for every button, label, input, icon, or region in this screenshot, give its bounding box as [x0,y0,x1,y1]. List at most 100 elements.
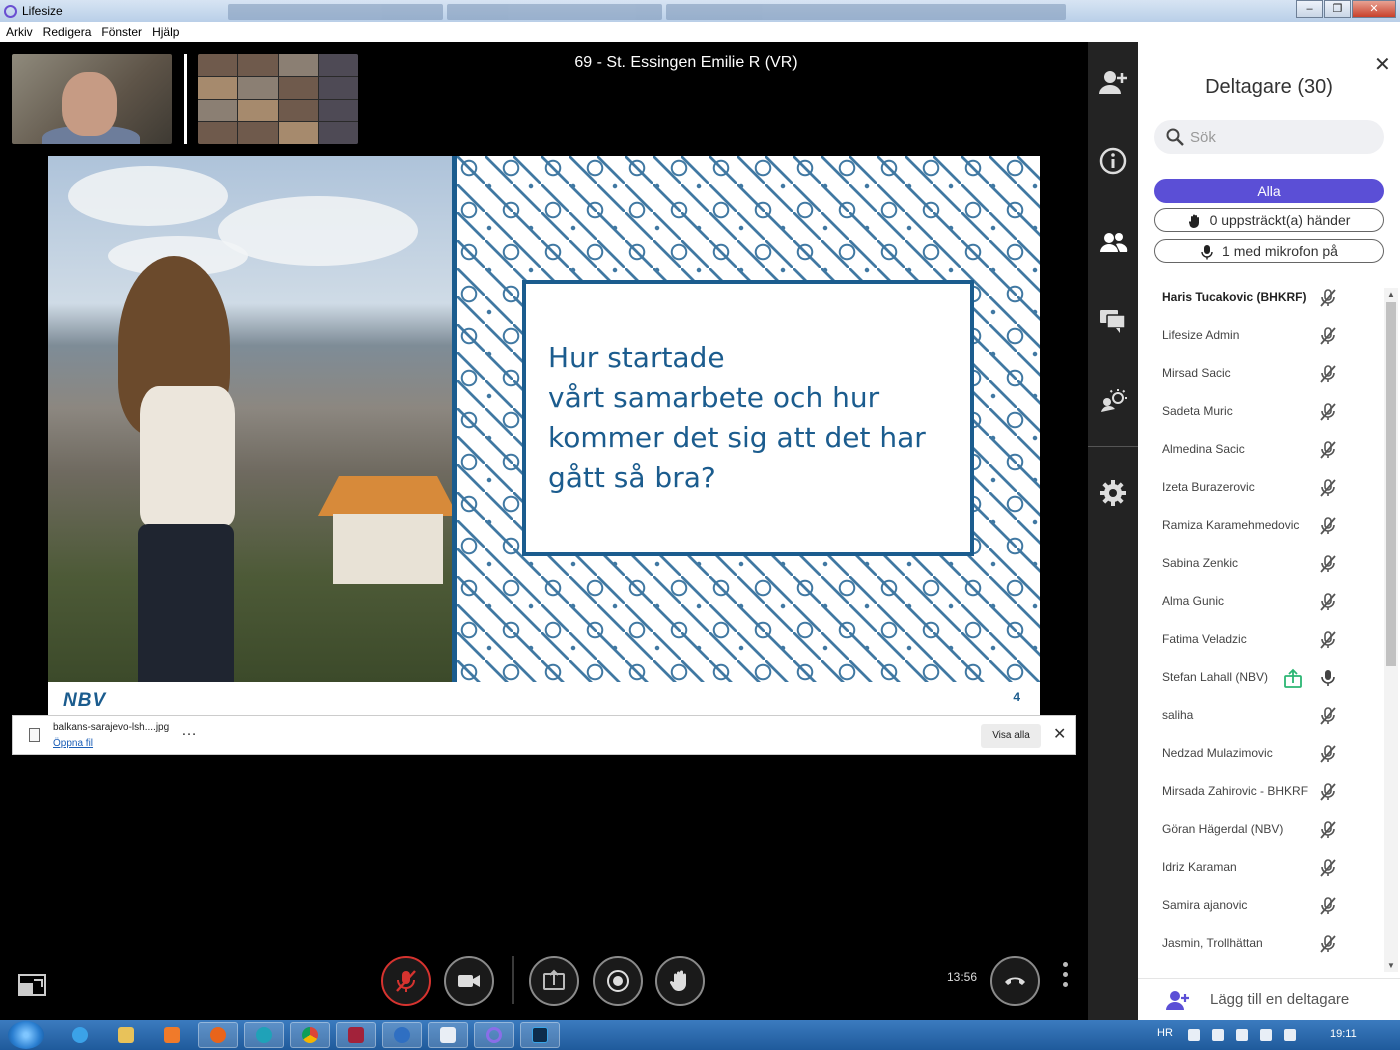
menu-arkiv[interactable]: Arkiv [6,25,33,39]
minimize-button[interactable]: – [1296,0,1323,18]
taskbar-notepad-icon[interactable] [428,1022,468,1048]
participant-row[interactable]: Fatima Veladzic [1138,622,1384,660]
taskbar-firefox-icon[interactable] [198,1022,238,1048]
gallery-video-thumbnail[interactable] [198,54,358,144]
taskbar-edge-icon[interactable] [244,1022,284,1048]
side-rail [1088,42,1138,1020]
participant-row[interactable]: Almedina Sacic [1138,432,1384,470]
info-icon[interactable] [1097,145,1129,177]
microphone-muted-icon[interactable] [1318,554,1338,574]
microphone-muted-icon[interactable] [1318,326,1338,346]
microphone-muted-icon[interactable] [1318,478,1338,498]
participant-name: Nedzad Mulazimovic [1162,746,1273,760]
effects-icon[interactable] [1097,385,1129,417]
record-button[interactable] [593,956,643,1006]
microphone-on-icon[interactable] [1318,668,1338,688]
taskbar-explorer-icon[interactable] [106,1022,146,1048]
start-button[interactable] [8,1021,44,1049]
maximize-button[interactable]: ❐ [1324,0,1351,18]
search-input[interactable] [1190,126,1370,148]
add-participant-button[interactable]: Lägg till en deltagare [1138,978,1400,1020]
microphone-muted-icon[interactable] [1318,440,1338,460]
participant-row[interactable]: Nedzad Mulazimovic [1138,736,1384,774]
filter-mic-on-button[interactable]: 1 med mikrofon på [1154,239,1384,263]
microphone-muted-icon[interactable] [1318,364,1338,384]
participant-row[interactable]: Lifesize Admin [1138,318,1384,356]
tray-volume-icon[interactable] [1284,1029,1296,1041]
participant-row[interactable]: Sabina Zenkic [1138,546,1384,584]
camera-button[interactable] [444,956,494,1006]
close-download-bar-button[interactable]: ✕ [1053,724,1066,744]
microphone-muted-icon[interactable] [1318,288,1338,308]
microphone-muted-icon[interactable] [1318,934,1338,954]
settings-gear-icon[interactable] [1097,477,1129,509]
participant-row[interactable]: Alma Gunic [1138,584,1384,622]
picture-in-picture-icon[interactable] [18,974,46,996]
microphone-muted-icon[interactable] [1318,706,1338,726]
participant-row[interactable]: Ramiza Karamehmedovic [1138,508,1384,546]
participant-row[interactable]: Haris Tucakovic (BHKRF) [1138,280,1384,318]
controls-separator [512,956,514,1004]
participants-icon[interactable] [1097,226,1129,258]
microphone-icon [1201,245,1213,260]
taskbar-media-icon[interactable] [152,1022,192,1048]
microphone-muted-icon[interactable] [1318,516,1338,536]
participant-list-scrollbar[interactable]: ▲ ▼ [1384,288,1398,972]
taskbar-save-icon[interactable] [336,1022,376,1048]
microphone-muted-icon[interactable] [1318,592,1338,612]
tray-network-icon[interactable] [1260,1029,1272,1041]
download-more-options[interactable]: … [181,722,198,740]
taskbar-photoshop-icon[interactable] [520,1022,560,1048]
more-options-button[interactable] [1063,962,1068,987]
microphone-muted-icon[interactable] [1318,858,1338,878]
participant-name: Sadeta Muric [1162,404,1233,418]
self-video-thumbnail[interactable] [12,54,172,144]
open-file-link[interactable]: Öppna fil [53,738,93,749]
close-window-button[interactable]: ✕ [1352,0,1396,18]
hang-up-button[interactable] [990,956,1040,1006]
participant-row[interactable]: Stefan Lahall (NBV) [1138,660,1384,698]
microphone-muted-icon[interactable] [1318,782,1338,802]
keyboard-language[interactable]: HR [1157,1027,1173,1039]
participant-row[interactable]: Idriz Karaman [1138,850,1384,888]
participant-row[interactable]: Mirsada Zahirovic - BHKRF [1138,774,1384,812]
mute-microphone-button[interactable] [381,956,431,1006]
participant-row[interactable]: Göran Hägerdal (NBV) [1138,812,1384,850]
participant-row[interactable]: Mirsad Sacic [1138,356,1384,394]
taskbar-clock[interactable]: 19:11 [1330,1028,1357,1040]
tray-flag-icon[interactable] [1212,1029,1224,1041]
show-all-downloads-button[interactable]: Visa alla [981,724,1041,748]
taskbar-ie-icon[interactable] [60,1022,100,1048]
menu-fonster[interactable]: Fönster [101,25,142,39]
microphone-muted-icon[interactable] [1318,630,1338,650]
thumbnail-divider [184,54,187,144]
participant-row[interactable]: Izeta Burazerovic [1138,470,1384,508]
participant-row[interactable]: Samira ajanovic [1138,888,1384,926]
participant-row[interactable]: Sadeta Muric [1138,394,1384,432]
microphone-muted-icon[interactable] [1318,896,1338,916]
download-filename[interactable]: balkans-sarajevo-lsh....jpg [53,722,169,733]
participant-name: Lifesize Admin [1162,328,1240,342]
raise-hand-button[interactable] [655,956,705,1006]
filter-raised-hands-button[interactable]: 0 uppsträckt(a) händer [1154,208,1384,232]
invite-user-icon[interactable] [1097,66,1129,98]
participant-row[interactable]: saliha [1138,698,1384,736]
tray-battery-icon[interactable] [1236,1029,1248,1041]
taskbar-outlook-icon[interactable] [382,1022,422,1048]
participant-row[interactable]: Jasmin, Trollhättan [1138,926,1384,964]
download-bar: balkans-sarajevo-lsh....jpg Öppna fil … … [12,715,1076,755]
tray-arrow-icon[interactable] [1188,1029,1200,1041]
close-panel-button[interactable]: ✕ [1374,52,1391,77]
taskbar-lifesize-icon[interactable] [474,1022,514,1048]
panel-title: Deltagare (30) [1205,76,1333,98]
taskbar-chrome-icon[interactable] [290,1022,330,1048]
microphone-muted-icon[interactable] [1318,744,1338,764]
filter-all-button[interactable]: Alla [1154,179,1384,203]
share-screen-button[interactable] [529,956,579,1006]
microphone-muted-icon[interactable] [1318,820,1338,840]
menu-redigera[interactable]: Redigera [43,25,92,39]
chat-icon[interactable] [1097,304,1129,336]
menu-hjalp[interactable]: Hjälp [152,25,179,39]
microphone-muted-icon[interactable] [1318,402,1338,422]
window-titlebar: Lifesize – ❐ ✕ [0,0,1400,22]
